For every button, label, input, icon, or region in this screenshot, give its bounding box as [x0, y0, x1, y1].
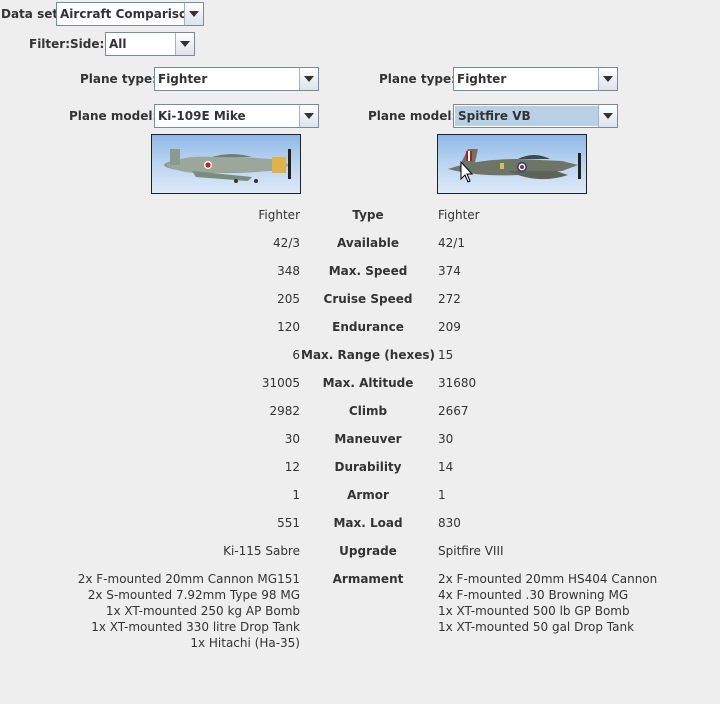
left-armor-value: 1	[292, 488, 300, 502]
side-combo[interactable]: All	[105, 32, 195, 56]
left-max-range-value: 6	[292, 348, 300, 362]
left-plane-type-combo[interactable]: Fighter	[154, 67, 319, 91]
filter-label: Filter:	[29, 37, 71, 51]
ki109-aircraft-icon	[164, 149, 291, 183]
left-durability-value: 12	[284, 460, 300, 474]
left-plane-model-value: Ki-109E Mike	[158, 109, 246, 123]
left-armament-list: 2x F-mounted 20mm Cannon MG151 2x S-moun…	[78, 571, 300, 651]
maneuver-label: Maneuver	[334, 432, 402, 446]
right-armament-item: 1x XT-mounted 500 lb GP Bomb	[438, 604, 630, 618]
chevron-down-icon[interactable]	[299, 105, 318, 127]
chevron-down-icon[interactable]	[598, 105, 617, 127]
left-plane-type-label: Plane type:	[80, 72, 157, 86]
right-max-altitude-value: 31680	[438, 376, 477, 390]
dataset-label: Data set:	[1, 7, 63, 21]
right-armament-item: 1x XT-mounted 50 gal Drop Tank	[438, 620, 635, 634]
left-available-value: 42/3	[273, 236, 300, 250]
dataset-value: Aircraft Comparison	[60, 7, 196, 21]
cruise-speed-label: Cruise Speed	[323, 292, 413, 306]
side-label: Side:	[70, 37, 105, 51]
armor-label: Armor	[347, 488, 389, 502]
right-upgrade-value: Spitfire VIII	[438, 544, 504, 558]
upgrade-label: Upgrade	[339, 544, 397, 558]
dataset-combo[interactable]: Aircraft Comparison	[56, 2, 204, 26]
durability-label: Durability	[334, 460, 402, 474]
right-available-value: 42/1	[438, 236, 465, 250]
left-plane-type-value: Fighter	[158, 72, 208, 86]
right-plane-model-label: Plane model:	[368, 109, 457, 123]
right-max-range-value: 15	[438, 348, 454, 362]
left-armament-item: 2x F-mounted 20mm Cannon MG151	[77, 572, 300, 586]
right-plane-image	[437, 134, 587, 194]
left-upgrade-value: Ki-115 Sabre	[223, 544, 300, 558]
right-climb-value: 2667	[438, 404, 469, 418]
left-plane-model-label: Plane model:	[69, 109, 158, 123]
right-max-speed-value: 374	[438, 264, 461, 278]
right-armor-value: 1	[438, 488, 446, 502]
right-cruise-speed-value: 272	[438, 292, 461, 306]
armament-label: Armament	[332, 572, 404, 586]
max-altitude-label: Max. Altitude	[322, 376, 414, 390]
left-max-altitude-value: 31005	[261, 376, 300, 390]
left-armament-item: 1x XT-mounted 250 kg AP Bomb	[105, 604, 300, 618]
left-plane-model-combo[interactable]: Ki-109E Mike	[154, 104, 319, 128]
right-endurance-value: 209	[438, 320, 461, 334]
max-range-label: Max. Range (hexes)	[301, 348, 435, 362]
left-max-load-value: 551	[277, 516, 300, 530]
right-plane-type-label: Plane type:	[379, 72, 456, 86]
left-armament-item: 1x XT-mounted 330 litre Drop Tank	[91, 620, 300, 634]
right-durability-value: 14	[438, 460, 454, 474]
left-plane-image	[151, 134, 301, 194]
right-armament-list: 2x F-mounted 20mm HS404 Cannon 4x F-moun…	[438, 571, 657, 635]
right-plane-model-combo[interactable]: Spitfire VB	[453, 104, 618, 128]
max-load-label: Max. Load	[333, 516, 403, 530]
left-max-speed-value: 348	[277, 264, 300, 278]
right-plane-type-value: Fighter	[457, 72, 507, 86]
chevron-down-icon[interactable]	[175, 33, 194, 55]
max-speed-label: Max. Speed	[328, 264, 408, 278]
left-armament-item: 1x Hitachi (Ha-35)	[190, 636, 300, 650]
left-endurance-value: 120	[277, 320, 300, 334]
left-armament-item: 2x S-mounted 7.92mm Type 98 MG	[87, 588, 300, 602]
available-label: Available	[337, 236, 399, 250]
right-type-value: Fighter	[438, 208, 480, 222]
right-max-load-value: 830	[438, 516, 461, 530]
chevron-down-icon[interactable]	[598, 68, 617, 90]
right-plane-type-combo[interactable]: Fighter	[453, 67, 618, 91]
left-maneuver-value: 30	[284, 432, 300, 446]
mouse-cursor-icon	[460, 161, 474, 183]
climb-label: Climb	[348, 404, 388, 418]
chevron-down-icon[interactable]	[299, 68, 318, 90]
right-armament-item: 2x F-mounted 20mm HS404 Cannon	[438, 572, 658, 586]
right-plane-model-value: Spitfire VB	[455, 106, 598, 126]
chevron-down-icon[interactable]	[184, 3, 203, 25]
left-climb-value: 2982	[269, 404, 300, 418]
left-cruise-speed-value: 205	[277, 292, 300, 306]
side-value: All	[109, 37, 127, 51]
endurance-label: Endurance	[332, 320, 404, 334]
right-maneuver-value: 30	[438, 432, 454, 446]
type-label: Type	[352, 208, 384, 222]
left-type-value: Fighter	[258, 208, 300, 222]
right-armament-item: 4x F-mounted .30 Browning MG	[438, 588, 629, 602]
